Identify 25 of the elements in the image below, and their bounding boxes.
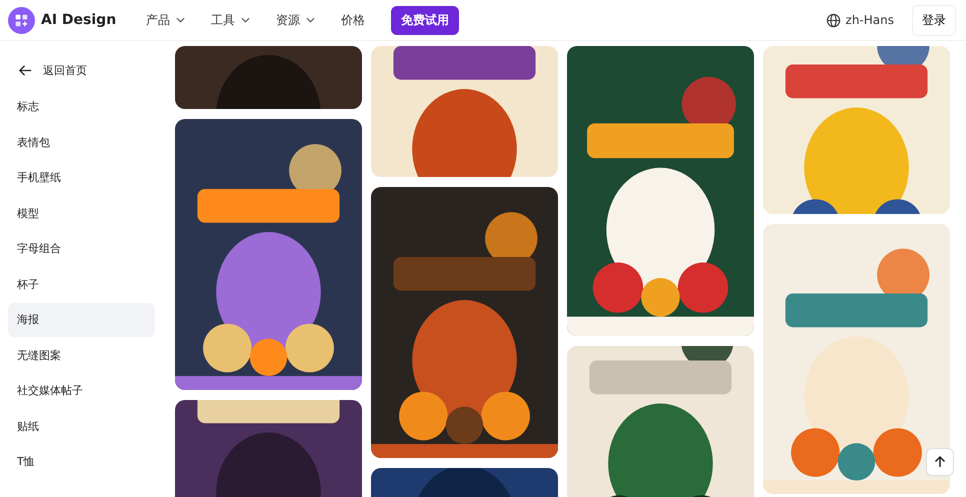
back-arrow-icon <box>18 63 33 78</box>
sidebar-item[interactable]: 手机壁纸 <box>8 160 155 194</box>
sidebar-item[interactable]: 海报 <box>8 302 155 336</box>
nav-link[interactable]: 资源 <box>276 12 315 28</box>
globe-icon <box>826 12 841 28</box>
sidebar-item[interactable]: 杯子 <box>8 267 155 301</box>
language-button[interactable]: zh-Hans <box>820 12 900 28</box>
nav-link[interactable]: 工具 <box>211 12 250 28</box>
brand-name: AI Design <box>41 12 116 28</box>
logo-icon <box>8 6 35 34</box>
sidebar-item[interactable]: 社交媒体帖子 <box>8 374 155 408</box>
login-button[interactable]: 登录 <box>912 4 956 36</box>
nav-link[interactable]: 价格 <box>341 12 365 28</box>
sidebar-item[interactable]: 字母组合 <box>8 232 155 266</box>
sidebar-item[interactable]: T恤 <box>8 444 155 478</box>
sidebar-item[interactable]: 模型 <box>8 196 155 230</box>
sidebar-item[interactable]: 表情包 <box>8 125 155 159</box>
sidebar-item[interactable]: 贴纸 <box>8 409 155 443</box>
free-trial-button[interactable]: 免费试用 <box>391 6 459 34</box>
scroll-to-top-button[interactable] <box>926 448 954 476</box>
sidebar-item[interactable]: 无缝图案 <box>8 338 155 372</box>
back-link[interactable]: 返回首页 <box>8 53 155 88</box>
arrow-up-icon <box>933 455 947 469</box>
sidebar-item[interactable]: 标志 <box>8 90 155 124</box>
nav-link[interactable]: 产品 <box>146 12 185 28</box>
